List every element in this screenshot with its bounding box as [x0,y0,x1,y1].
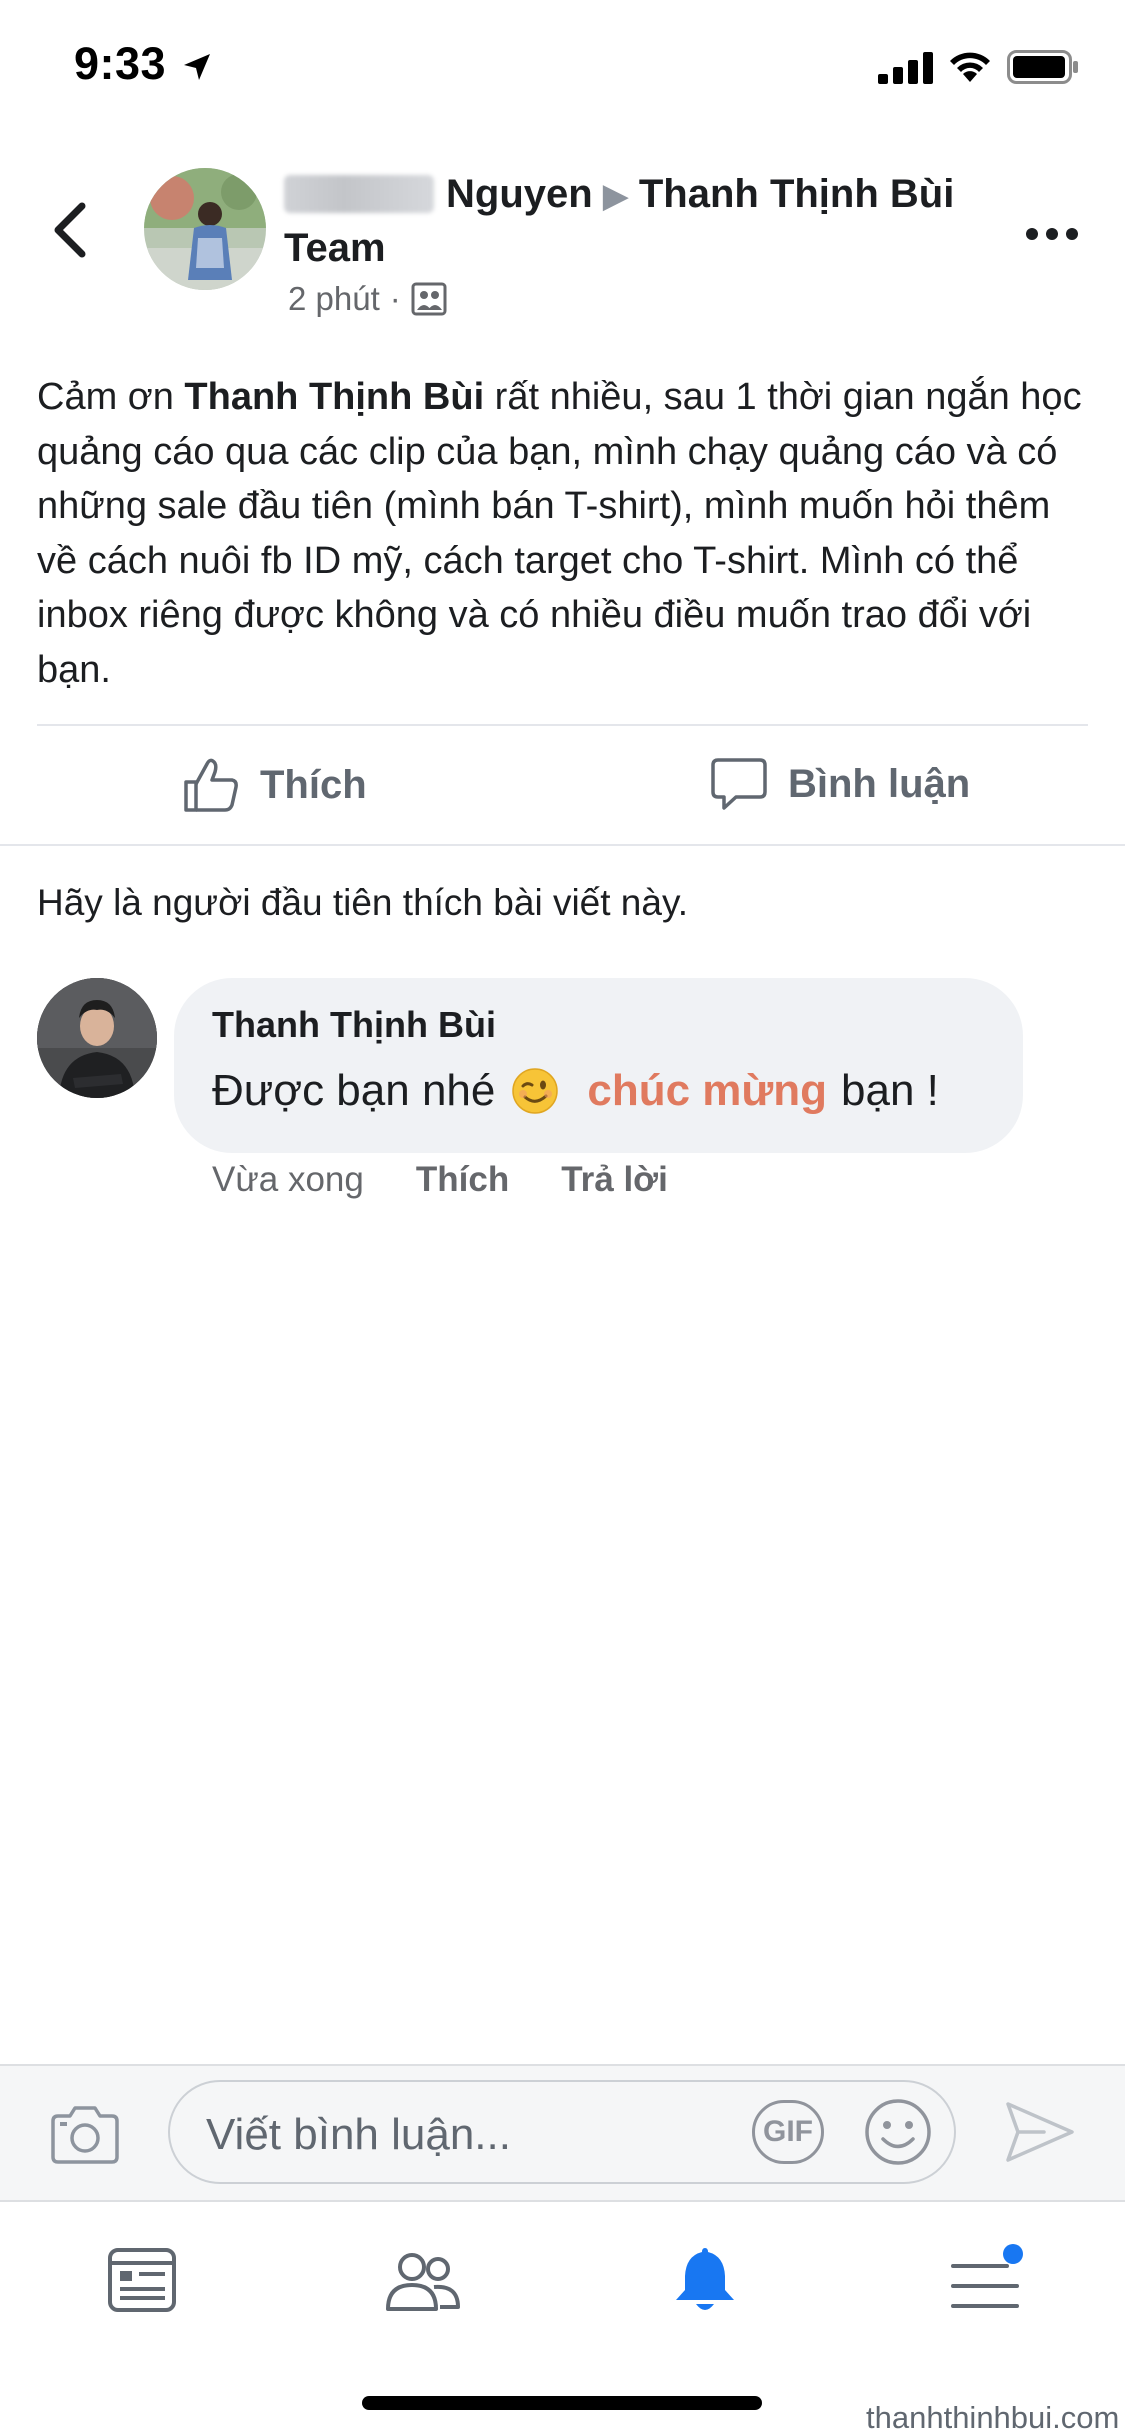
wifi-icon [950,52,990,82]
cellular-signal-icon [878,52,933,84]
blurred-author-name [284,175,434,213]
group-audience-icon [411,282,447,316]
commenter-avatar[interactable] [37,978,157,1098]
post-text-before: Cảm ơn [37,376,185,418]
commenter-photo [37,978,157,1098]
meta-separator: · [389,280,401,317]
comment-button[interactable]: Bình luận [710,756,970,812]
comment-bubble-icon [711,758,767,810]
comment-composer: Viết bình luận... GIF [0,2066,1125,2200]
winking-face-emoji-icon [512,1068,559,1114]
tab-menu[interactable] [935,2230,1035,2330]
post-header-title: Nguyen ▶ Thanh Thịnh Bùi Team [284,168,984,274]
comment-like-button[interactable]: Thích [416,1160,509,1200]
author-name[interactable]: Nguyen [446,172,593,216]
comment-meta: Vừa xong Thích Trả lời [212,1160,668,1200]
camera-icon[interactable] [50,2102,120,2164]
comment-input[interactable]: Viết bình luận... GIF [168,2080,956,2184]
back-chevron-icon[interactable] [48,200,92,260]
thumbs-up-icon [184,758,238,812]
comment-text: Được bạn nhé chúc mừng bạn ! [212,1066,939,1116]
comment-text-before: Được bạn nhé [212,1066,496,1115]
more-options-icon[interactable] [1024,226,1080,242]
like-label: Thích [260,762,367,807]
send-icon[interactable] [1004,2100,1076,2164]
post-time[interactable]: 2 phút [288,280,380,318]
post-header: Nguyen ▶ Thanh Thịnh Bùi Team 2 phút · [0,150,1125,330]
divider [0,844,1125,846]
comment-text-after: bạn ! [841,1066,939,1115]
location-arrow-icon [184,54,210,80]
comment-input-placeholder: Viết bình luận... [206,2110,511,2159]
status-bar: 9:33 [0,0,1125,140]
share-arrow-icon: ▶ [602,177,629,215]
comment-label: Bình luận [788,761,971,806]
notification-badge [1003,2244,1023,2264]
divider [37,724,1088,726]
post-meta: 2 phút · [288,280,447,318]
comment-time: Vừa xong [212,1160,364,1199]
emoji-icon[interactable] [862,2096,934,2168]
author-avatar[interactable] [144,168,266,290]
news-feed-icon [108,2248,176,2312]
friends-icon [386,2253,460,2311]
status-time: 9:33 [74,38,167,89]
first-like-prompt: Hãy là người đầu tiên thích bài viết này… [37,882,688,923]
menu-icon [951,2244,1023,2308]
tab-friends[interactable] [372,2230,472,2330]
comment-reply-button[interactable]: Trả lời [561,1160,668,1200]
bell-icon [676,2248,734,2310]
battery-icon [1007,50,1078,84]
post-text-after: rất nhiều, sau 1 thời gian ngắn học quản… [37,376,1082,691]
comment-bubble[interactable]: Thanh Thịnh Bùi Được bạn nhé chúc mừng b… [174,978,1023,1153]
watermark: thanhthinhbui.com [866,2400,1120,2435]
tab-notifications[interactable] [655,2230,755,2330]
comment-author[interactable]: Thanh Thịnh Bùi [212,1004,496,1046]
post-mention[interactable]: Thanh Thịnh Bùi [184,376,484,418]
author-photo [144,168,266,290]
tab-news-feed[interactable] [92,2230,192,2330]
like-button[interactable]: Thích [182,756,367,814]
gif-button[interactable]: GIF [752,2100,824,2164]
home-indicator [362,2396,762,2410]
post-body-text: Cảm ơn Thanh Thịnh Bùi rất nhiều, sau 1 … [37,370,1097,697]
post-action-row: Thích Bình luận [0,728,1125,844]
comment-highlight: chúc mừng [587,1066,828,1115]
